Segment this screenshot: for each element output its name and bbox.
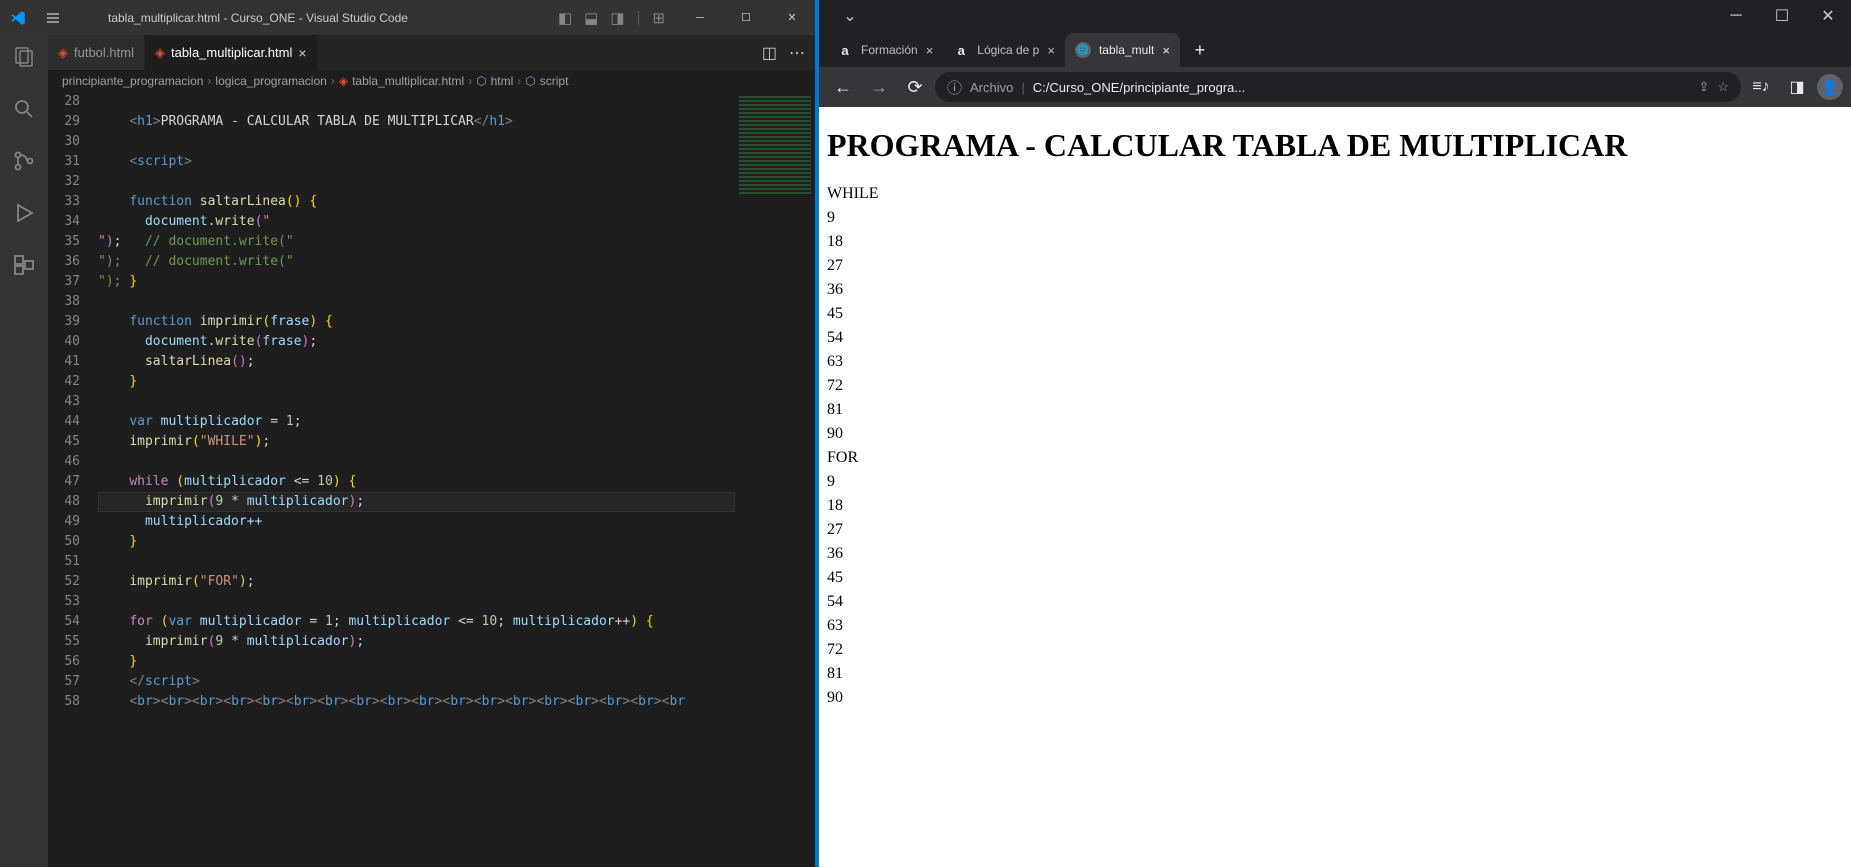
- alura-favicon-icon: a: [837, 42, 853, 58]
- output-line: 90: [827, 422, 1843, 446]
- side-panel-icon[interactable]: ◨: [1781, 71, 1813, 103]
- panel-left-icon[interactable]: ◧: [558, 9, 572, 27]
- browser-title-bar: ⌄ ─ ☐ ✕: [819, 0, 1851, 32]
- vscode-title-bar: tabla_multiplicar.html - Curso_ONE - Vis…: [0, 0, 815, 35]
- output-line: 54: [827, 590, 1843, 614]
- minimize-button[interactable]: ─: [1713, 0, 1759, 32]
- tab-label: futbol.html: [74, 45, 134, 60]
- code-editor[interactable]: 2829303132333435363738394041424344454647…: [48, 92, 815, 867]
- breadcrumb[interactable]: principiante_programacion› logica_progra…: [48, 70, 815, 92]
- split-editor-icon[interactable]: ◫: [762, 43, 777, 63]
- tab-label: tabla_multiplicar.html: [171, 45, 292, 60]
- output-line: 72: [827, 374, 1843, 398]
- minimap[interactable]: [735, 92, 815, 867]
- symbol-icon: ⬡: [525, 74, 535, 88]
- output-line: 90: [827, 686, 1843, 710]
- output-line: 63: [827, 350, 1843, 374]
- output-line: 18: [827, 494, 1843, 518]
- panel-bottom-icon[interactable]: ⬓: [584, 9, 598, 27]
- url-scheme-label: Archivo: [970, 80, 1013, 95]
- back-button[interactable]: ←: [827, 71, 859, 103]
- line-gutter: 2829303132333435363738394041424344454647…: [48, 92, 98, 867]
- output-line: 27: [827, 518, 1843, 542]
- layout-grid-icon[interactable]: ⊞: [652, 9, 665, 27]
- tab-label: Formación: [861, 43, 918, 57]
- maximize-button[interactable]: ☐: [723, 0, 769, 35]
- output-line: FOR: [827, 446, 1843, 470]
- close-tab-icon[interactable]: ×: [298, 45, 306, 61]
- panel-right-icon[interactable]: ◨: [610, 9, 624, 27]
- alura-favicon-icon: a: [953, 42, 969, 58]
- url-text: C:/Curso_ONE/principiante_progra...: [1033, 80, 1691, 95]
- output-line: 9: [827, 470, 1843, 494]
- new-tab-button[interactable]: +: [1186, 36, 1214, 64]
- close-tab-icon[interactable]: ×: [1047, 43, 1055, 58]
- maximize-button[interactable]: ☐: [1759, 0, 1805, 32]
- output-line: 45: [827, 566, 1843, 590]
- close-tab-icon[interactable]: ×: [926, 43, 934, 58]
- output-line: WHILE: [827, 182, 1843, 206]
- browser-tab[interactable]: a Lógica de p ×: [943, 33, 1065, 67]
- output-line: 9: [827, 206, 1843, 230]
- bookmark-icon[interactable]: ☆: [1717, 79, 1729, 95]
- editor-layout-controls: ◧ ⬓ ◨ | ⊞: [546, 9, 677, 27]
- browser-tab[interactable]: 🌐 tabla_mult ×: [1065, 33, 1180, 67]
- reading-list-icon[interactable]: ≡♪: [1745, 71, 1777, 103]
- page-heading: PROGRAMA - CALCULAR TABLA DE MULTIPLICAR: [827, 127, 1843, 164]
- output-line: 54: [827, 326, 1843, 350]
- profile-icon[interactable]: 👤: [1817, 74, 1843, 100]
- browser-toolbar: ← → ⟳ ⓘ Archivo | C:/Curso_ONE/principia…: [819, 67, 1851, 107]
- source-control-icon[interactable]: [12, 149, 36, 179]
- search-icon[interactable]: [12, 97, 36, 127]
- activity-bar: [0, 35, 48, 867]
- output-line: 72: [827, 638, 1843, 662]
- close-button[interactable]: ✕: [1805, 0, 1851, 32]
- code-content[interactable]: <h1>PROGRAMA - CALCULAR TABLA DE MULTIPL…: [98, 92, 735, 867]
- more-actions-icon[interactable]: ⋯: [789, 43, 805, 63]
- minimize-button[interactable]: ─: [677, 0, 723, 35]
- vscode-logo-icon: [0, 9, 35, 27]
- close-tab-icon[interactable]: ×: [1162, 43, 1170, 58]
- window-controls: ─ ☐ ✕: [677, 0, 815, 35]
- extensions-icon[interactable]: [12, 253, 36, 283]
- symbol-icon: ⬡: [476, 74, 486, 88]
- reload-button[interactable]: ⟳: [899, 71, 931, 103]
- explorer-icon[interactable]: [12, 45, 36, 75]
- browser-tabs: a Formación × a Lógica de p × 🌐 tabla_mult × +: [819, 32, 1851, 67]
- output-line: 81: [827, 398, 1843, 422]
- output-line: 45: [827, 302, 1843, 326]
- output-line: 27: [827, 254, 1843, 278]
- tab-label: tabla_mult: [1099, 43, 1154, 57]
- editor-tabs: ◈ futbol.html ◈ tabla_multiplicar.html ×…: [48, 35, 815, 70]
- editor-tab[interactable]: ◈ futbol.html: [48, 35, 145, 70]
- output-line: 36: [827, 542, 1843, 566]
- output-line: 81: [827, 662, 1843, 686]
- info-icon[interactable]: ⓘ: [947, 77, 962, 98]
- output-line: 36: [827, 278, 1843, 302]
- share-icon[interactable]: ⇪: [1698, 79, 1709, 95]
- html-file-icon: ◈: [155, 45, 165, 61]
- page-content: PROGRAMA - CALCULAR TABLA DE MULTIPLICAR…: [819, 107, 1851, 867]
- html-file-icon: ◈: [58, 45, 68, 61]
- run-debug-icon[interactable]: [12, 201, 36, 231]
- editor-area: ◈ futbol.html ◈ tabla_multiplicar.html ×…: [48, 35, 815, 867]
- browser-window: ⌄ ─ ☐ ✕ a Formación × a Lógica de p × 🌐 tabla_m…: [819, 0, 1851, 867]
- output-line: 18: [827, 230, 1843, 254]
- window-title: tabla_multiplicar.html - Curso_ONE - Vis…: [70, 11, 546, 25]
- tab-search-icon[interactable]: ⌄: [827, 0, 873, 32]
- globe-favicon-icon: 🌐: [1075, 42, 1091, 58]
- output-line: 63: [827, 614, 1843, 638]
- address-bar[interactable]: ⓘ Archivo | C:/Curso_ONE/principiante_pr…: [935, 72, 1741, 102]
- vscode-window: tabla_multiplicar.html - Curso_ONE - Vis…: [0, 0, 815, 867]
- editor-tab-active[interactable]: ◈ tabla_multiplicar.html ×: [145, 35, 318, 70]
- html-file-icon: ◈: [339, 74, 348, 88]
- menu-button[interactable]: [35, 10, 70, 26]
- close-button[interactable]: ✕: [769, 0, 815, 35]
- tab-label: Lógica de p: [977, 43, 1039, 57]
- browser-tab[interactable]: a Formación ×: [827, 33, 943, 67]
- forward-button[interactable]: →: [863, 71, 895, 103]
